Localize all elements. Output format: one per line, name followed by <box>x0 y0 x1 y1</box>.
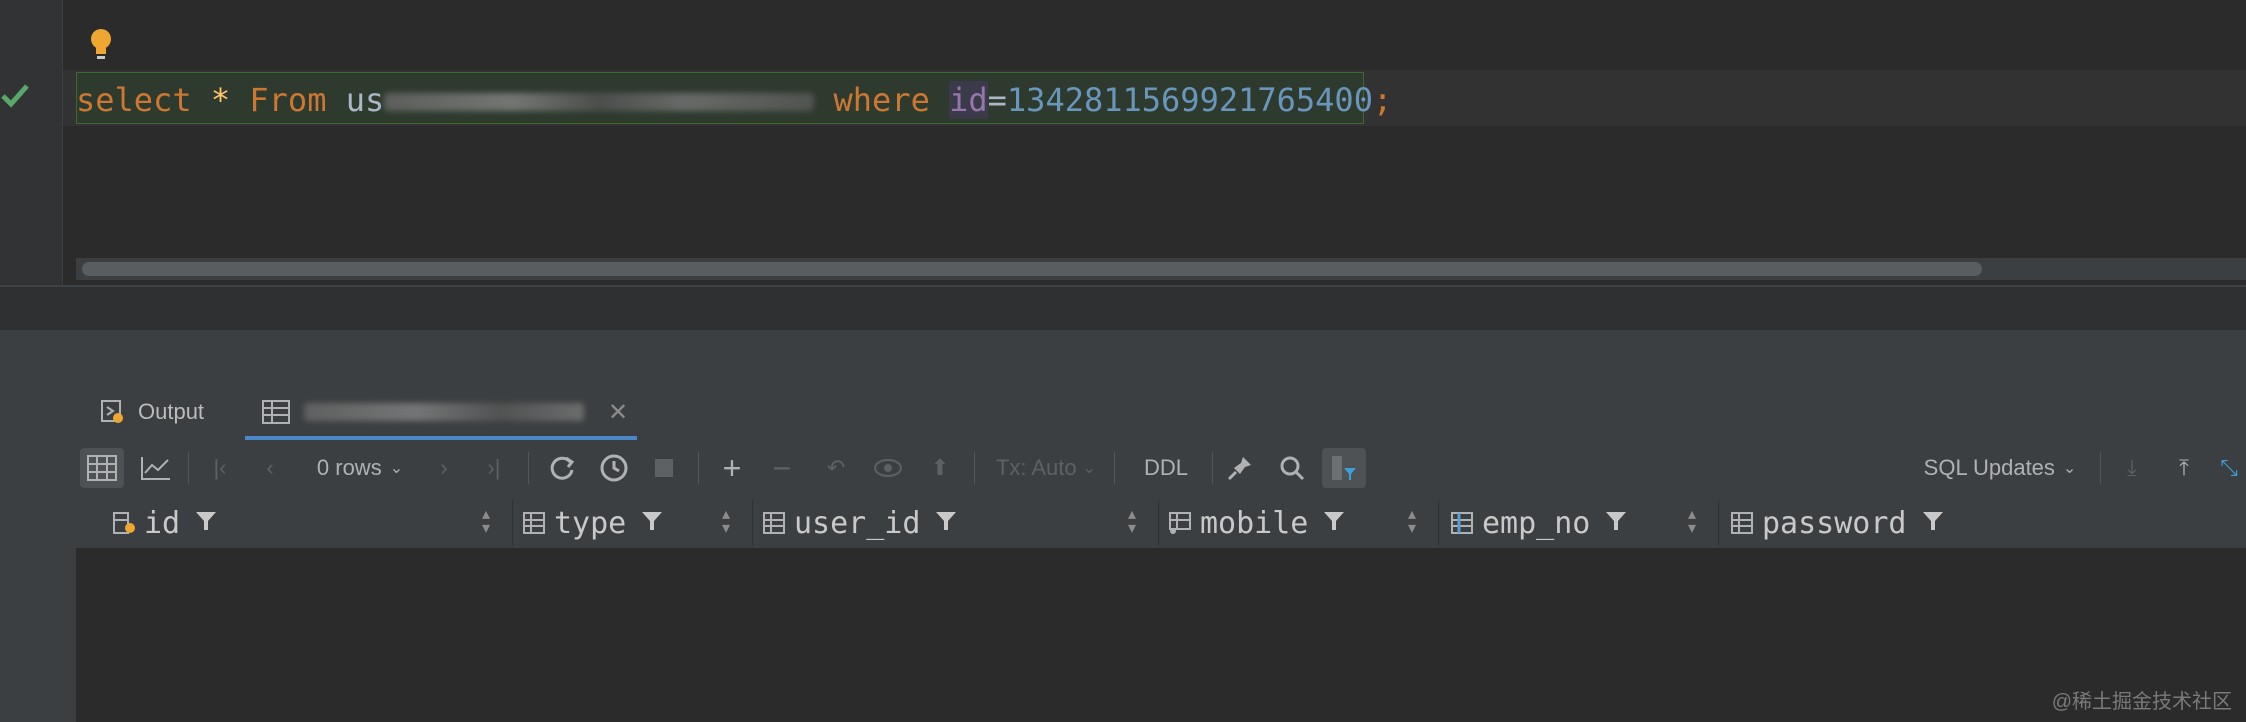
pin-icon[interactable] <box>1218 448 1262 488</box>
column-header-id[interactable]: id <box>112 498 218 548</box>
chevron-down-icon: ⌄ <box>2062 460 2077 477</box>
filter-icon[interactable] <box>640 506 664 541</box>
add-row-icon[interactable]: + <box>710 448 754 488</box>
watermark: @稀土掘金技术社区 <box>2051 691 2232 713</box>
submit-icon[interactable]: ⬆ <box>920 448 960 488</box>
table-name-redacted <box>384 93 815 111</box>
history-icon[interactable] <box>592 448 636 488</box>
chart-view-icon[interactable] <box>134 448 178 488</box>
column-token: id <box>949 81 988 119</box>
column-header-user-id[interactable]: user_id <box>762 498 958 548</box>
column-header-password[interactable]: password <box>1730 498 1945 548</box>
rows-dropdown[interactable]: 0 rows ⌄ <box>300 448 420 488</box>
upload-icon[interactable]: ⤒ <box>2164 448 2204 488</box>
refresh-icon[interactable] <box>540 448 584 488</box>
next-page-icon[interactable]: › <box>424 448 464 488</box>
revert-icon[interactable]: ↶ <box>816 448 856 488</box>
column-name: emp_no <box>1482 505 1591 541</box>
column-name: user_id <box>794 505 921 541</box>
column-name: password <box>1762 505 1907 541</box>
filter-icon[interactable] <box>1604 506 1628 541</box>
view-preview-icon[interactable] <box>868 448 908 488</box>
remove-row-icon[interactable]: − <box>762 448 802 488</box>
tab-title-redacted <box>304 403 584 421</box>
column-header-type[interactable]: type <box>522 498 664 548</box>
lightbulb-icon[interactable] <box>88 26 114 62</box>
filter-icon[interactable] <box>1921 506 1945 541</box>
stop-icon[interactable] <box>644 448 684 488</box>
primary-key-icon <box>113 512 135 534</box>
check-icon <box>1 84 29 108</box>
sql-statement[interactable]: select * From us where id=13428115699217… <box>76 78 1392 122</box>
search-icon[interactable] <box>1270 448 1314 488</box>
first-page-icon[interactable]: |‹ <box>200 448 240 488</box>
column-header-mobile[interactable]: mobile <box>1168 498 1346 548</box>
panel-header <box>0 330 2246 385</box>
chevron-down-icon: ⌄ <box>389 460 404 477</box>
sort-icon[interactable]: ▴ ▾ <box>1408 507 1416 537</box>
download-icon[interactable]: ⤓ <box>2112 448 2152 488</box>
table-name: us <box>345 81 385 119</box>
chevron-down-icon: ⌄ <box>1082 460 1097 477</box>
editor-gutter <box>0 0 63 285</box>
sort-icon[interactable]: ▴ ▾ <box>1128 507 1136 537</box>
results-grid[interactable] <box>76 548 2246 722</box>
star-token: * <box>210 81 231 119</box>
sort-icon[interactable]: ▴ ▾ <box>482 507 490 537</box>
table-view-icon[interactable] <box>80 448 124 488</box>
filter-icon[interactable] <box>934 506 958 541</box>
splitter[interactable] <box>0 285 2246 330</box>
indexed-column-icon <box>1169 512 1191 534</box>
previous-page-icon[interactable]: ‹ <box>250 448 290 488</box>
output-icon <box>101 400 123 423</box>
column-icon <box>1451 512 1473 534</box>
filter-icon[interactable] <box>194 506 218 541</box>
value-token: 1342811569921765400 <box>1006 81 1373 119</box>
column-name: type <box>554 505 627 541</box>
column-icon <box>1731 512 1753 534</box>
keyword-select: select <box>76 81 192 119</box>
sql-editor[interactable] <box>63 0 2246 285</box>
sql-updates-label: SQL Updates <box>1923 455 2055 480</box>
sql-updates-dropdown[interactable]: SQL Updates ⌄ <box>1910 448 2090 488</box>
column-name: id <box>144 505 181 541</box>
equals-token: = <box>987 81 1007 119</box>
semicolon-token: ; <box>1372 81 1393 119</box>
table-icon <box>262 400 290 424</box>
sort-icon[interactable]: ▴ ▾ <box>1688 507 1696 537</box>
scrollbar-thumb[interactable] <box>82 262 1982 276</box>
tab-output[interactable]: Output <box>100 392 204 432</box>
tx-mode-dropdown[interactable]: Tx: Auto ⌄ <box>986 448 1106 488</box>
column-icon <box>523 512 545 534</box>
close-icon[interactable]: ✕ <box>608 398 628 427</box>
filter-columns-icon[interactable] <box>1322 448 1366 488</box>
ddl-button[interactable]: DDL <box>1126 448 1206 488</box>
tx-label: Tx: Auto <box>995 455 1077 480</box>
left-strip <box>0 440 76 722</box>
tab-output-label: Output <box>138 399 205 424</box>
keyword-where: where <box>833 81 930 119</box>
compare-icon[interactable]: ⤡ <box>2212 448 2246 488</box>
sort-icon[interactable]: ▴ ▾ <box>722 507 730 537</box>
filter-icon[interactable] <box>1322 506 1346 541</box>
last-page-icon[interactable]: ›| <box>474 448 514 488</box>
keyword-from: From <box>249 81 327 119</box>
column-name: mobile <box>1200 505 1309 541</box>
tab-result-table[interactable]: ✕ <box>262 392 628 432</box>
column-icon <box>763 512 785 534</box>
column-header-emp-no[interactable]: emp_no <box>1450 498 1628 548</box>
rows-label: 0 rows <box>316 455 382 480</box>
